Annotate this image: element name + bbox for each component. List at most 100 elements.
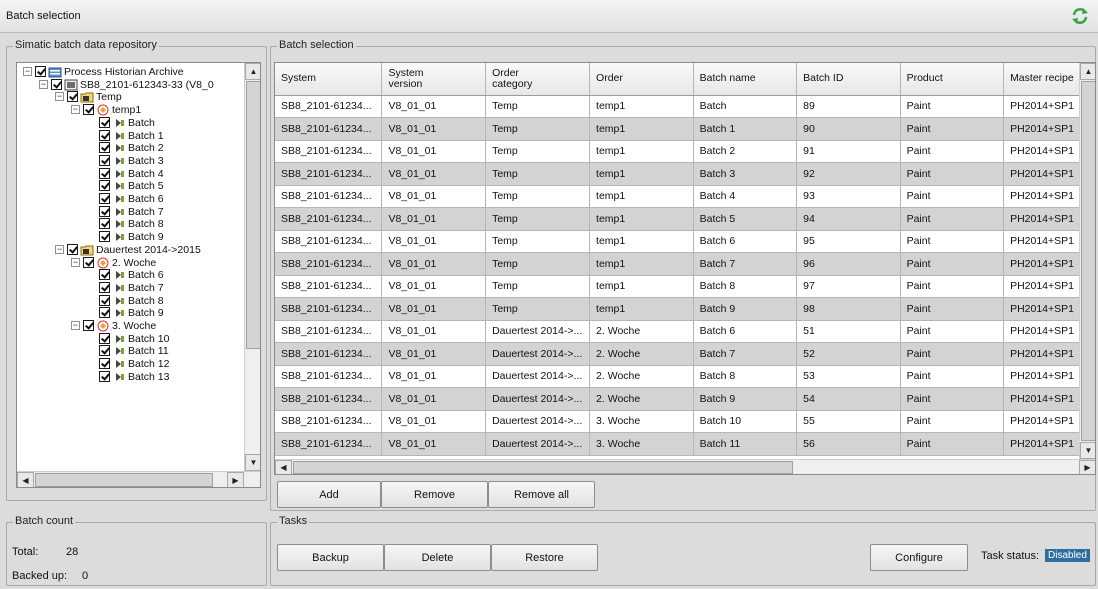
- tree-checkbox[interactable]: [83, 256, 94, 268]
- remove-button[interactable]: Remove: [381, 481, 488, 508]
- tree-checkbox[interactable]: [99, 167, 110, 179]
- table-row[interactable]: SB8_2101-61234... V8_01_01 Temp temp1 Batch …: [275, 117, 1095, 141]
- tree-node[interactable]: Batch 10: [17, 332, 244, 345]
- scroll-left-icon[interactable]: ◀: [17, 472, 34, 487]
- collapse-toggle-icon[interactable]: −: [55, 244, 64, 254]
- grid-scroll-down-icon[interactable]: ▼: [1080, 442, 1095, 459]
- tree-node[interactable]: Batch 4: [17, 167, 244, 180]
- grid-scroll-right-icon[interactable]: ▶: [1079, 460, 1095, 474]
- tree-checkbox[interactable]: [99, 205, 110, 217]
- tree-checkbox[interactable]: [99, 218, 110, 230]
- column-header[interactable]: Batch ID: [796, 63, 901, 96]
- add-button[interactable]: Add: [277, 481, 381, 508]
- tree-node[interactable]: Batch 2: [17, 142, 244, 154]
- table-row[interactable]: SB8_2101-61234... V8_01_01 Temp temp1 Batch …: [275, 252, 1095, 276]
- tree-node[interactable]: Batch 8: [17, 218, 244, 230]
- tree-checkbox[interactable]: [99, 154, 110, 166]
- configure-button[interactable]: Configure: [870, 544, 968, 571]
- tree-node[interactable]: − Dauertest 2014->2015: [17, 243, 244, 256]
- column-header[interactable]: System: [275, 63, 383, 96]
- table-row[interactable]: SB8_2101-61234... V8_01_01 Temp temp1 Batch …: [275, 275, 1095, 298]
- tree-node[interactable]: − 2. Woche: [17, 256, 244, 269]
- column-header[interactable]: Product: [900, 63, 1005, 96]
- scroll-right-icon[interactable]: ▶: [227, 472, 244, 487]
- tree-checkbox[interactable]: [99, 231, 110, 243]
- refresh-icon[interactable]: [1070, 6, 1090, 26]
- collapse-toggle-icon[interactable]: −: [23, 67, 32, 76]
- tree-checkbox[interactable]: [99, 180, 110, 192]
- delete-button[interactable]: Delete: [384, 544, 491, 571]
- tree-checkbox[interactable]: [51, 78, 62, 90]
- backup-button[interactable]: Backup: [277, 544, 384, 571]
- tree-hscroll-thumb[interactable]: [35, 473, 213, 487]
- table-row[interactable]: SB8_2101-61234... V8_01_01 Dauertest 2014-…: [275, 432, 1095, 456]
- table-row[interactable]: SB8_2101-61234... V8_01_01 Temp temp1 Batch …: [275, 207, 1095, 231]
- tree-checkbox[interactable]: [99, 142, 110, 154]
- tree-checkbox[interactable]: [99, 345, 110, 357]
- collapse-toggle-icon[interactable]: −: [39, 79, 48, 89]
- tree-checkbox[interactable]: [83, 320, 94, 331]
- collapse-toggle-icon[interactable]: −: [71, 321, 80, 330]
- tree-node[interactable]: Batch 12: [17, 358, 244, 370]
- grid-vertical-scrollbar[interactable]: ▲ ▼: [1079, 63, 1095, 459]
- grid-horizontal-scrollbar[interactable]: ◀ ▶: [275, 459, 1095, 474]
- remove-all-button[interactable]: Remove all: [488, 481, 595, 508]
- tree-checkbox[interactable]: [67, 243, 78, 255]
- table-row[interactable]: SB8_2101-61234... V8_01_01 Temp temp1 Batch …: [275, 162, 1095, 186]
- column-header[interactable]: Batch name: [693, 63, 798, 96]
- tree-checkbox[interactable]: [99, 193, 110, 204]
- table-row[interactable]: SB8_2101-61234... V8_01_01 Temp temp1 Batch …: [275, 140, 1095, 163]
- tree-node[interactable]: − SB8_2101-612343-33 (V8_0: [17, 78, 244, 91]
- tree-checkbox[interactable]: [99, 116, 110, 128]
- column-header[interactable]: Order category: [485, 63, 591, 96]
- tree-node[interactable]: Batch 11: [17, 345, 244, 357]
- collapse-toggle-icon[interactable]: −: [71, 105, 80, 115]
- tree-checkbox[interactable]: [99, 332, 110, 344]
- tree-checkbox[interactable]: [99, 307, 110, 319]
- table-row[interactable]: SB8_2101-61234... V8_01_01 Dauertest 2014-…: [275, 365, 1095, 388]
- column-header[interactable]: System version: [381, 63, 487, 96]
- tree-node[interactable]: − Temp: [17, 91, 244, 103]
- batch-grid[interactable]: System System version Order category Order Bat…: [274, 62, 1096, 475]
- table-row[interactable]: SB8_2101-61234... V8_01_01 Temp temp1 Batch 8…: [275, 95, 1095, 118]
- tree-scroll-thumb[interactable]: [246, 81, 260, 349]
- table-row[interactable]: SB8_2101-61234... V8_01_01 Dauertest 2014-…: [275, 342, 1095, 366]
- tree-checkbox[interactable]: [99, 294, 110, 306]
- tree-checkbox[interactable]: [99, 269, 110, 281]
- tree-checkbox[interactable]: [83, 104, 94, 116]
- collapse-toggle-icon[interactable]: −: [71, 257, 80, 267]
- table-row[interactable]: SB8_2101-61234... V8_01_01 Dauertest 2014-…: [275, 410, 1095, 433]
- table-row[interactable]: SB8_2101-61234... V8_01_01 Dauertest 2014-…: [275, 387, 1095, 411]
- tree-checkbox[interactable]: [99, 370, 110, 382]
- tree-node[interactable]: Batch 9: [17, 231, 244, 243]
- tree-checkbox[interactable]: [99, 129, 110, 141]
- tree-node[interactable]: Batch 7: [17, 205, 244, 218]
- repository-tree[interactable]: − Process Historian Archive − SB8_2101-6123…: [16, 62, 261, 488]
- tree-node[interactable]: Batch 3: [17, 154, 244, 167]
- tree-node[interactable]: − Process Historian Archive: [17, 66, 244, 78]
- grid-scroll-thumb[interactable]: [1081, 81, 1095, 441]
- collapse-toggle-icon[interactable]: −: [55, 92, 64, 102]
- tree-node[interactable]: Batch 8: [17, 294, 244, 307]
- table-row[interactable]: SB8_2101-61234... V8_01_01 Temp temp1 Batch …: [275, 230, 1095, 253]
- grid-hscroll-thumb[interactable]: [293, 461, 793, 474]
- tree-horizontal-scrollbar[interactable]: ◀ ▶: [17, 471, 260, 487]
- restore-button[interactable]: Restore: [491, 544, 598, 571]
- scroll-up-icon[interactable]: ▲: [245, 63, 260, 80]
- grid-scroll-left-icon[interactable]: ◀: [275, 460, 292, 474]
- tree-node[interactable]: Batch 13: [17, 370, 244, 383]
- tree-node[interactable]: Batch 6: [17, 193, 244, 205]
- tree-node[interactable]: − 3. Woche: [17, 320, 244, 332]
- tree-vertical-scrollbar[interactable]: ▲ ▼: [244, 63, 260, 471]
- tree-checkbox[interactable]: [99, 281, 110, 293]
- tree-node[interactable]: − temp1: [17, 104, 244, 116]
- tree-node[interactable]: Batch 6: [17, 269, 244, 281]
- tree-checkbox[interactable]: [35, 66, 46, 77]
- tree-node[interactable]: Batch: [17, 116, 244, 129]
- table-row[interactable]: SB8_2101-61234... V8_01_01 Dauertest 2014-…: [275, 320, 1095, 343]
- tree-node[interactable]: Batch 9: [17, 307, 244, 319]
- column-header[interactable]: Order: [589, 63, 694, 96]
- table-row[interactable]: SB8_2101-61234... V8_01_01 Temp temp1 Batch …: [275, 297, 1095, 321]
- tree-node[interactable]: Batch 5: [17, 180, 244, 192]
- grid-scroll-up-icon[interactable]: ▲: [1080, 63, 1095, 80]
